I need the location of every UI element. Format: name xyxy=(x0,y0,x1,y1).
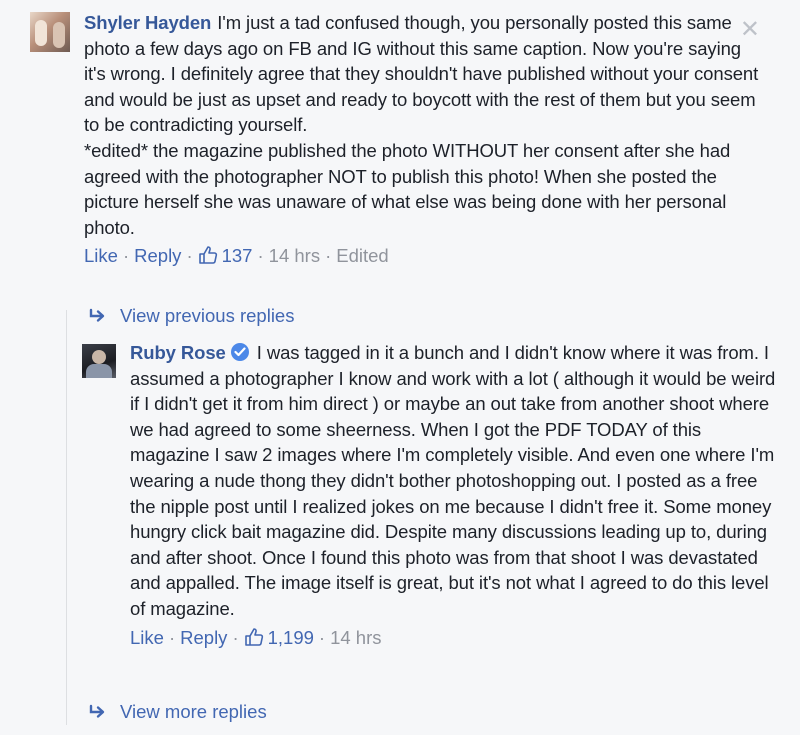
reply-body: Ruby Rose I was tagged in it a bunch and … xyxy=(130,340,780,651)
view-more-replies-link[interactable]: View more replies xyxy=(88,700,267,724)
reply-actions: Like · Reply · 1,199 · 14 hrs xyxy=(130,625,780,651)
like-count-value: 137 xyxy=(221,245,253,267)
reply-like-button[interactable]: Like xyxy=(130,627,164,648)
separator-dot: · xyxy=(122,245,130,267)
reply-author-link[interactable]: Ruby Rose xyxy=(130,342,226,363)
thumbs-up-icon xyxy=(198,246,217,265)
separator-dot: · xyxy=(318,626,326,648)
reply-like-count[interactable]: 1,199 xyxy=(244,627,314,648)
comment-text-p2: *edited* the magazine published the phot… xyxy=(84,139,731,238)
comment-text-p1: Shyler Hayden I'm just a tad confused tho… xyxy=(84,10,764,138)
view-previous-replies-label: View previous replies xyxy=(120,305,295,326)
reply-avatar[interactable] xyxy=(82,344,116,378)
separator-dot: · xyxy=(168,626,176,648)
reply-like-count-value: 1,199 xyxy=(267,626,314,648)
reply-arrow-icon xyxy=(89,704,105,718)
reply-timestamp[interactable]: 14 hrs xyxy=(330,627,381,648)
comment-author-link[interactable]: Shyler Hayden xyxy=(84,12,211,33)
separator-dot: · xyxy=(186,245,193,267)
reply-arrow-icon xyxy=(89,308,105,322)
reply-text: Ruby Rose I was tagged in it a bunch and … xyxy=(130,340,780,622)
reply-button[interactable]: Reply xyxy=(134,245,181,266)
comment-body: Shyler Hayden I'm just a tad confused tho… xyxy=(84,10,764,269)
thumbs-up-icon xyxy=(244,627,263,646)
separator-dot: · xyxy=(232,626,239,648)
reply-text-content: I was tagged in it a bunch and I didn't … xyxy=(130,342,776,619)
verified-badge-icon xyxy=(230,343,249,361)
reply-reply-button[interactable]: Reply xyxy=(180,627,227,648)
view-previous-replies-link[interactable]: View previous replies xyxy=(88,304,294,328)
separator-dot: · xyxy=(257,245,264,267)
like-count[interactable]: 137 xyxy=(198,245,253,267)
comment-timestamp[interactable]: 14 hrs xyxy=(269,245,320,266)
close-icon[interactable]: ✕ xyxy=(740,18,760,42)
view-more-replies-label: View more replies xyxy=(120,701,267,722)
replies-thread-line xyxy=(66,310,67,725)
like-button[interactable]: Like xyxy=(84,245,118,266)
edited-label[interactable]: Edited xyxy=(336,245,388,266)
comment-actions: Like · Reply · 137 · 14 hrs · Edited xyxy=(84,243,764,269)
commenter-avatar[interactable] xyxy=(30,12,70,52)
separator-dot: · xyxy=(325,245,332,267)
